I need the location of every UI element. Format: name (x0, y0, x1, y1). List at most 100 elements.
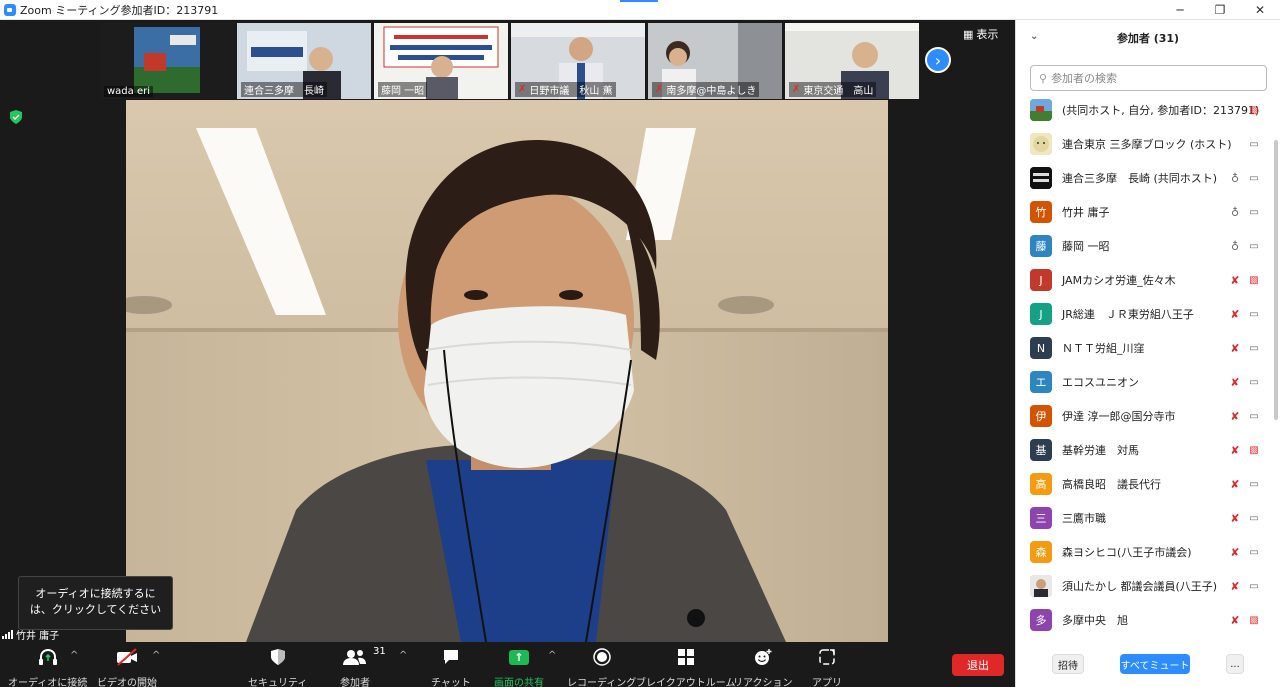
video-thumbnail[interactable]: ✗ 東京交通 高山 (785, 23, 919, 99)
mic-muted-icon[interactable]: ✘ (1228, 546, 1242, 559)
main-speaker-video[interactable] (126, 100, 888, 642)
maximize-button[interactable]: ❐ (1200, 0, 1240, 20)
record-button[interactable]: レコーディング (567, 646, 636, 687)
participants-options-caret[interactable]: ^ (399, 650, 407, 661)
security-button[interactable]: セキュリティ (248, 646, 307, 687)
participant-name: 三鷹市職 (1062, 512, 1106, 525)
participant-row[interactable]: 多多摩中央 旭 ✘ ▧ (1016, 603, 1271, 637)
mic-muted-icon[interactable]: ✘ (1228, 308, 1242, 321)
video-off-icon[interactable]: ▧ (1246, 615, 1262, 626)
participant-name: 連合東京 三多摩ブロック (ホスト) (1062, 138, 1232, 151)
reactions-button[interactable]: リアクション (733, 646, 793, 687)
mic-muted-icon[interactable]: ✘ (1228, 444, 1242, 457)
participant-row[interactable]: N ＮＴＴ労組_川窪 ✘ ▭ (1016, 331, 1271, 365)
video-icon[interactable]: ▭ (1246, 207, 1262, 218)
mic-muted-icon[interactable]: ✘ (1228, 614, 1242, 627)
participant-name: JR総連 ＪＲ東労組八王子 (1062, 308, 1194, 321)
participant-row[interactable]: 森森ヨシヒコ(八王子市議会) ✘ ▭ (1016, 535, 1271, 569)
participant-row[interactable]: (共同ホスト, 自分, 参加者ID：213791) ▧ (1016, 93, 1271, 127)
participant-name: ＮＴＴ労組_川窪 (1062, 342, 1145, 355)
participant-row[interactable]: 須山たかし 都議会議員(八王子) ✘ ▭ (1016, 569, 1271, 603)
participant-name: エコスユニオン (1062, 376, 1139, 389)
video-icon[interactable]: ▭ (1246, 377, 1262, 388)
mic-muted-icon[interactable]: ✘ (1228, 376, 1242, 389)
video-thumbnail[interactable]: 連合三多摩 長崎 (237, 23, 371, 99)
video-icon[interactable]: ▭ (1246, 479, 1262, 490)
participant-name: (共同ホスト, 自分, 参加者ID：213791) (1062, 104, 1260, 117)
mic-icon[interactable]: ♁ (1228, 172, 1242, 185)
window-controls: ─ ❐ ✕ (1160, 0, 1280, 20)
participants-button[interactable]: 参加者 (340, 646, 370, 687)
mute-all-button[interactable]: すべてミュート (1120, 654, 1190, 674)
avatar: 基 (1030, 439, 1052, 461)
breakout-rooms-button[interactable]: ブレイクアウトルーム (636, 646, 736, 687)
participant-row[interactable]: 藤藤岡 一昭 ♁ ▭ (1016, 229, 1271, 263)
shield-icon[interactable] (10, 110, 22, 124)
search-icon: ⚲ (1039, 71, 1048, 85)
video-thumbnail[interactable]: 藤岡 一昭 (374, 23, 508, 99)
mic-muted-icon[interactable]: ✘ (1228, 478, 1242, 491)
security-shield-icon (270, 646, 286, 668)
title-bar: Zoom ミーティング参加者ID：213791 ─ ❐ ✕ (0, 0, 1280, 20)
participant-row[interactable]: 基基幹労連 対馬 ✘ ▧ (1016, 433, 1271, 467)
video-options-caret[interactable]: ^ (152, 650, 160, 661)
participant-row[interactable]: J JR総連 ＪＲ東労組八王子 ✘ ▭ (1016, 297, 1271, 331)
participant-row[interactable]: 竹竹井 庸子 ♁ ▭ (1016, 195, 1271, 229)
participant-search-input[interactable]: ⚲ 参加者の検索 (1030, 65, 1267, 91)
video-off-icon[interactable]: ▧ (1246, 445, 1262, 456)
apps-button[interactable]: アプリ (812, 646, 842, 687)
signal-strength-icon (2, 630, 13, 639)
mic-muted-icon[interactable]: ✘ (1228, 410, 1242, 423)
video-icon[interactable]: ▭ (1246, 343, 1262, 354)
view-button[interactable]: ▦ 表示 (963, 26, 998, 42)
participant-row[interactable]: 高高橋良昭 議長代行 ✘ ▭ (1016, 467, 1271, 501)
headphones-icon (38, 646, 58, 668)
audio-options-caret[interactable]: ^ (70, 650, 78, 661)
video-icon[interactable]: ▭ (1246, 411, 1262, 422)
mic-muted-icon[interactable]: ✘ (1228, 274, 1242, 287)
chevron-down-icon[interactable]: ⌄ (1030, 31, 1038, 42)
next-page-button[interactable]: › (925, 47, 951, 73)
video-thumbnail[interactable]: ✗ 南多摩@中島よしき (648, 23, 782, 99)
video-icon[interactable]: ▭ (1246, 581, 1262, 592)
start-video-button[interactable]: ビデオの開始 (97, 646, 157, 687)
participant-row[interactable]: 三三鷹市職 ✘ ▭ (1016, 501, 1271, 535)
leave-button[interactable]: 退出 (952, 654, 1004, 676)
mic-muted-icon[interactable]: ✘ (1228, 342, 1242, 355)
participant-row[interactable]: J JAMカシオ労連_佐々木 ✘ ▧ (1016, 263, 1271, 297)
participant-row[interactable]: 連合三多摩 長崎 (共同ホスト) ♁ ▭ (1016, 161, 1271, 195)
video-off-icon[interactable]: ▧ (1246, 275, 1262, 286)
participant-name: 高橋良昭 議長代行 (1062, 478, 1161, 491)
minimize-button[interactable]: ─ (1160, 0, 1200, 20)
chat-button[interactable]: チャット (431, 646, 471, 687)
participant-list: (共同ホスト, 自分, 参加者ID：213791) ▧ 連合東京 三多摩ブロック (… (1016, 93, 1271, 637)
share-options-caret[interactable]: ^ (548, 650, 556, 661)
participant-list-scrollbar[interactable] (1274, 140, 1278, 420)
participant-row[interactable]: 連合東京 三多摩ブロック (ホスト) ▭ (1016, 127, 1271, 161)
chat-icon (442, 646, 460, 668)
muted-mic-icon: ✗ (655, 84, 664, 95)
participant-row[interactable]: 伊伊達 淳一郎@国分寺市 ✘ ▭ (1016, 399, 1271, 433)
mic-muted-icon[interactable]: ✘ (1228, 512, 1242, 525)
video-icon[interactable]: ▭ (1246, 513, 1262, 524)
video-icon[interactable]: ▭ (1246, 547, 1262, 558)
participant-row[interactable]: エエコスユニオン ✘ ▭ (1016, 365, 1271, 399)
participant-name: 連合三多摩 長崎 (共同ホスト) (1062, 172, 1218, 185)
video-icon[interactable]: ▭ (1246, 309, 1262, 320)
audio-connect-tooltip[interactable]: オーディオに接続するには、クリックしてください (18, 576, 173, 630)
invite-button[interactable]: 招待 (1052, 654, 1084, 674)
record-icon (592, 646, 611, 668)
mic-icon[interactable]: ♁ (1228, 240, 1242, 253)
share-screen-icon: ↑ (509, 646, 529, 668)
mic-muted-icon[interactable]: ✘ (1228, 580, 1242, 593)
video-icon[interactable]: ▭ (1246, 241, 1262, 252)
close-button[interactable]: ✕ (1240, 0, 1280, 20)
video-thumbnail[interactable]: wada eri (100, 23, 234, 99)
video-icon[interactable]: ▭ (1246, 173, 1262, 184)
more-options-button[interactable]: ... (1226, 654, 1244, 674)
video-icon[interactable]: ▭ (1246, 139, 1262, 150)
video-thumbnail[interactable]: ✗ 日野市議 秋山 薫 (511, 23, 645, 99)
mic-icon[interactable]: ♁ (1228, 206, 1242, 219)
video-off-icon[interactable]: ▧ (1246, 105, 1262, 116)
share-screen-button[interactable]: ↑ 画面の共有 (494, 646, 544, 687)
